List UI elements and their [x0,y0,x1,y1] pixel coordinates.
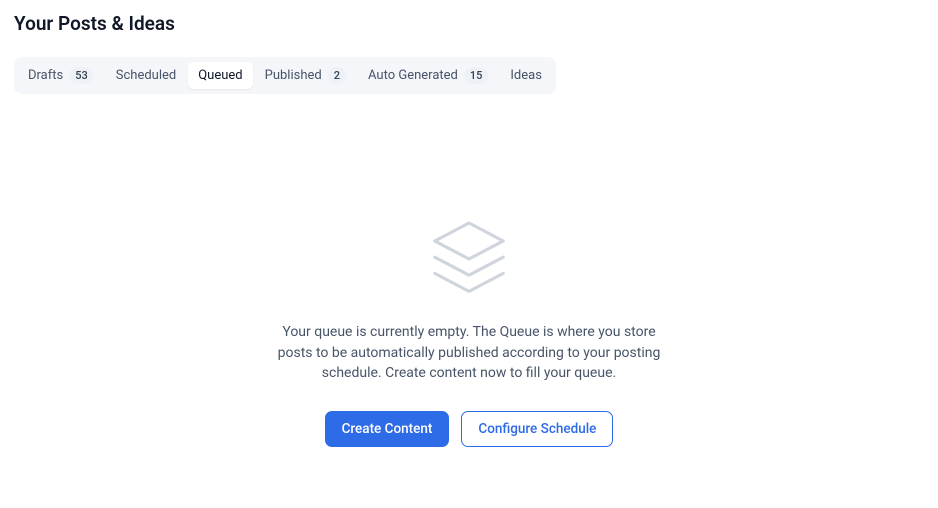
page-title: Your Posts & Ideas [0,0,938,43]
tab-label: Published [265,68,322,83]
empty-state: Your queue is currently empty. The Queue… [0,214,938,447]
empty-state-actions: Create Content Configure Schedule [325,411,614,447]
tab-badge: 53 [69,67,94,84]
tab-label: Auto Generated [368,68,458,83]
tab-auto-generated[interactable]: Auto Generated 15 [358,61,498,90]
tab-published[interactable]: Published 2 [255,61,356,90]
layers-icon [424,214,514,304]
configure-schedule-button[interactable]: Configure Schedule [461,411,613,447]
tab-badge: 2 [328,67,346,84]
tab-drafts[interactable]: Drafts 53 [18,61,104,90]
tab-ideas[interactable]: Ideas [500,62,552,89]
tab-label: Scheduled [116,68,176,83]
tabs: Drafts 53 Scheduled Queued Published 2 A… [14,57,556,94]
empty-state-message: Your queue is currently empty. The Queue… [264,322,674,383]
tab-scheduled[interactable]: Scheduled [106,62,186,89]
tab-label: Queued [198,68,242,83]
create-content-button[interactable]: Create Content [325,411,450,447]
tab-badge: 15 [464,67,489,84]
tab-label: Drafts [28,68,63,83]
tab-queued[interactable]: Queued [188,62,252,89]
tab-label: Ideas [510,68,542,83]
